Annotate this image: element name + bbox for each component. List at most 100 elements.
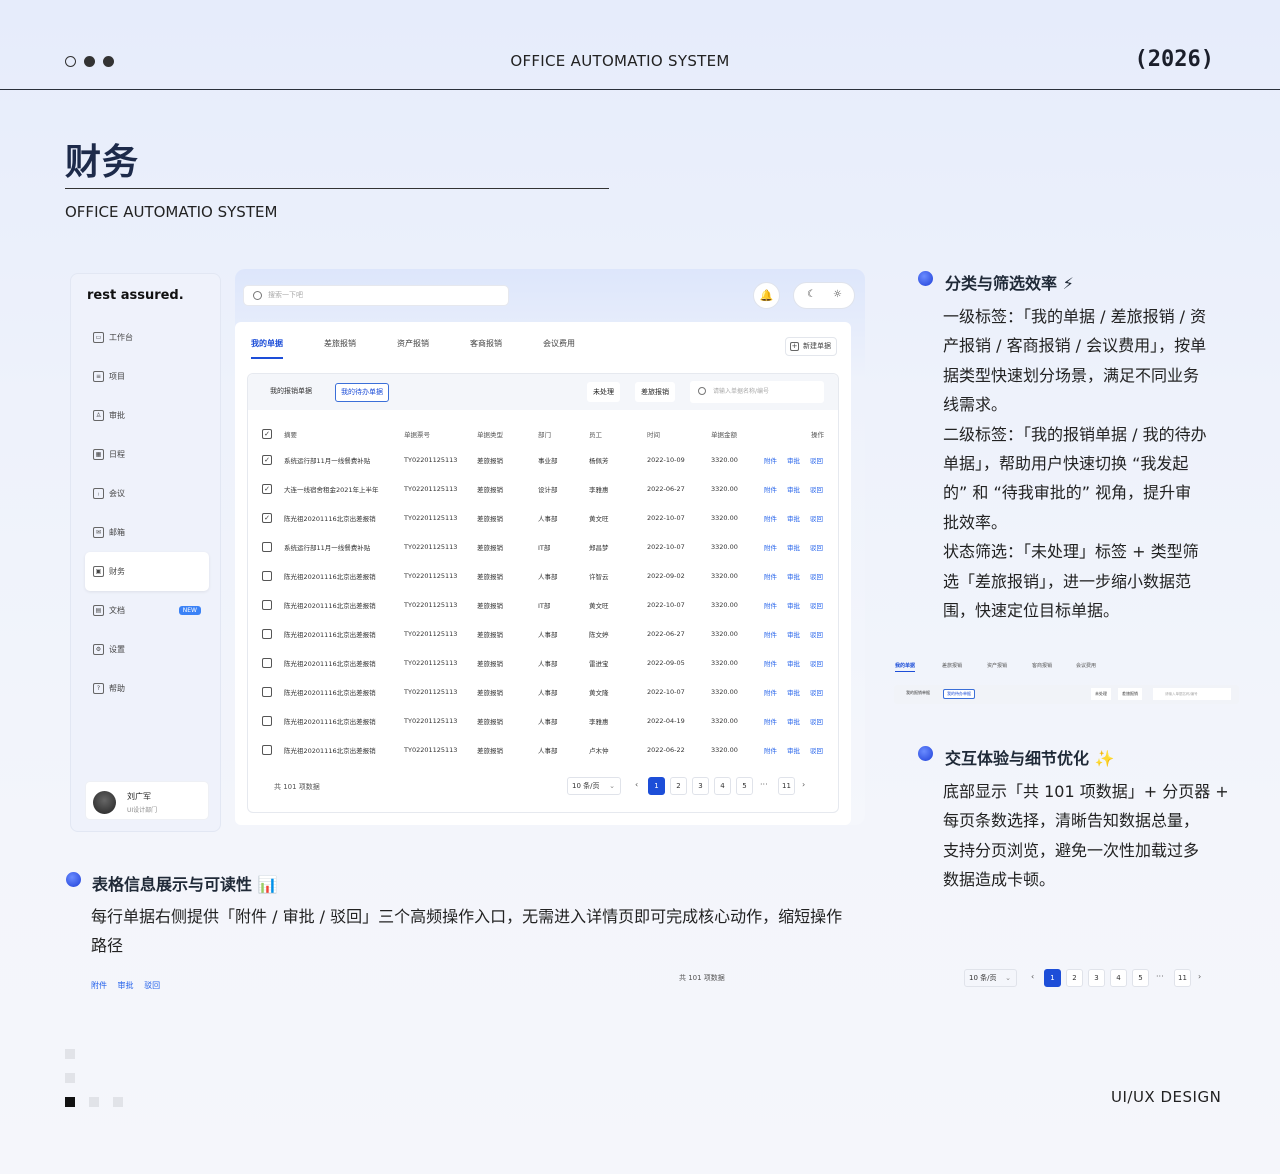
sidebar-item-calendar[interactable]: ▦ 日程 [85,435,209,474]
sidebar-item-meeting[interactable]: ⱼ 会议 [85,474,209,513]
sidebar-item-settings[interactable]: ⚙ 设置 [85,630,209,669]
page-button[interactable]: 2 [1066,969,1083,987]
note-line: 线需求。 [943,395,1008,415]
chip-unprocessed[interactable]: 未处理 [587,382,620,402]
new-document-button[interactable]: + 新建单据 [785,337,837,356]
note-table-title: 表格信息展示与可读性 📊 [92,875,278,894]
user-card[interactable]: 刘广军 UI设计部门 [85,781,209,820]
approve-link[interactable]: 审批 [787,484,800,494]
reject-link[interactable]: 驳回 [810,455,823,465]
row-checkbox[interactable] [262,715,272,726]
table-row: 陈光祖20201116北京出差报销 TY02201125113 差旅报销 人事部 李雅惠… [262,706,828,735]
reject-link[interactable]: 驳回 [810,600,823,610]
subtab-my-reimbursements[interactable]: 我的报销单据 [265,383,317,402]
reject-link[interactable]: 驳回 [810,629,823,639]
preview-page-size-value: 10 条/页 [969,974,997,982]
reject-link[interactable]: 驳回 [810,745,823,755]
attachment-link[interactable]: 附件 [764,658,777,668]
approve-link[interactable]: 审批 [787,600,800,610]
page-button[interactable]: 2 [670,777,687,795]
global-search-input[interactable]: 搜索一下吧 [243,285,509,306]
tab-0[interactable]: 我的单据 [251,338,283,359]
reject-link[interactable]: 驳回 [810,716,823,726]
page-subtitle: OFFICE AUTOMATIO SYSTEM [65,203,278,221]
sidebar-item-finance[interactable]: ▣ 财务 [85,552,209,591]
cell-dept: IT部 [538,601,551,610]
approve-link[interactable]: 审批 [787,513,800,523]
sidebar-item-mail[interactable]: ✉ 邮箱 [85,513,209,552]
row-checkbox[interactable] [262,628,272,639]
reject-link[interactable]: 驳回 [810,542,823,552]
approve-link[interactable]: 审批 [787,745,800,755]
tab-1[interactable]: 差旅报销 [324,338,356,359]
approve-link[interactable]: 审批 [787,658,800,668]
attachment-link[interactable]: 附件 [764,455,777,465]
tab-4[interactable]: 会议费用 [543,338,575,359]
select-all-checkbox[interactable]: ✓ [262,428,272,439]
approve-link[interactable]: 审批 [787,716,800,726]
chevron-right-icon[interactable]: › [1198,972,1201,981]
row-checkbox[interactable]: ✓ [262,483,272,494]
page-button[interactable]: 1 [1044,969,1061,987]
sun-icon[interactable]: ☼ [833,289,842,300]
sidebar-item-approval[interactable]: ♙ 审批 [85,396,209,435]
attachment-link[interactable]: 附件 [764,542,777,552]
reject-link[interactable]: 驳回 [810,513,823,523]
bell-icon[interactable]: 🔔 [753,282,780,309]
attachment-link[interactable]: 附件 [764,571,777,581]
chevron-left-icon[interactable]: ‹ [1031,972,1034,981]
note-line: 的” 和 “待我审批的” 视角，提升审 [943,483,1192,503]
approve-link[interactable]: 审批 [787,542,800,552]
document-search-input[interactable]: 请输入单据名称/编号 [690,381,824,403]
sidebar-item-help[interactable]: ? 帮助 [85,669,209,708]
page-button[interactable]: 3 [1088,969,1105,987]
row-checkbox[interactable] [262,686,272,697]
table-row: 陈光祖20201116北京出差报销 TY02201125113 差旅报销 人事部 雷进宝… [262,648,828,677]
page-button[interactable]: 1 [648,777,665,795]
reject-link[interactable]: 驳回 [810,484,823,494]
page-button[interactable]: 11 [1174,969,1191,987]
approve-link[interactable]: 审批 [787,571,800,581]
attachment-link[interactable]: 附件 [764,716,777,726]
approve-link[interactable]: 审批 [787,629,800,639]
page-button[interactable]: 5 [1132,969,1149,987]
theme-toggle[interactable]: ☾ ☼ [793,282,855,309]
column-header: 部门 [538,430,551,439]
row-checkbox[interactable]: ✓ [262,454,272,465]
sidebar-item-project[interactable]: ≡ 项目 [85,357,209,396]
page-button[interactable]: 5 [736,777,753,795]
page-size-select[interactable]: 10 条/页 ⌄ [567,777,621,795]
reject-link[interactable]: 驳回 [810,687,823,697]
chevron-right-icon[interactable]: › [802,780,805,789]
attachment-link[interactable]: 附件 [764,513,777,523]
row-checkbox[interactable]: ✓ [262,512,272,523]
attachment-link[interactable]: 附件 [764,687,777,697]
sidebar-item-document[interactable]: ▤ 文档 NEW [85,591,209,630]
row-checkbox[interactable] [262,744,272,755]
page-button[interactable]: 4 [714,777,731,795]
row-checkbox[interactable] [262,541,272,552]
approve-link[interactable]: 审批 [787,687,800,697]
attachment-link[interactable]: 附件 [764,745,777,755]
sidebar-item-dashboard[interactable]: ▭ 工作台 [85,318,209,357]
note-line: 每行单据右侧提供「附件 / 审批 / 驳回」三个高频操作入口，无需进入详情页即可… [91,907,843,926]
tab-3[interactable]: 客商报销 [470,338,502,359]
row-checkbox[interactable] [262,599,272,610]
moon-icon[interactable]: ☾ [807,289,816,300]
chevron-left-icon[interactable]: ‹ [635,780,638,789]
page-button[interactable]: 4 [1110,969,1127,987]
row-checkbox[interactable] [262,657,272,668]
page-button[interactable]: 11 [778,777,795,795]
attachment-link[interactable]: 附件 [764,629,777,639]
reject-link[interactable]: 驳回 [810,658,823,668]
attachment-link[interactable]: 附件 [764,484,777,494]
cell-date: 2022-10-07 [647,687,685,696]
attachment-link[interactable]: 附件 [764,600,777,610]
approve-link[interactable]: 审批 [787,455,800,465]
chip-travel[interactable]: 差旅报销 [635,382,675,402]
reject-link[interactable]: 驳回 [810,571,823,581]
subtab-my-todo[interactable]: 我的待办单据 [335,383,389,402]
row-checkbox[interactable] [262,570,272,581]
tab-2[interactable]: 资产报销 [397,338,429,359]
page-button[interactable]: 3 [692,777,709,795]
